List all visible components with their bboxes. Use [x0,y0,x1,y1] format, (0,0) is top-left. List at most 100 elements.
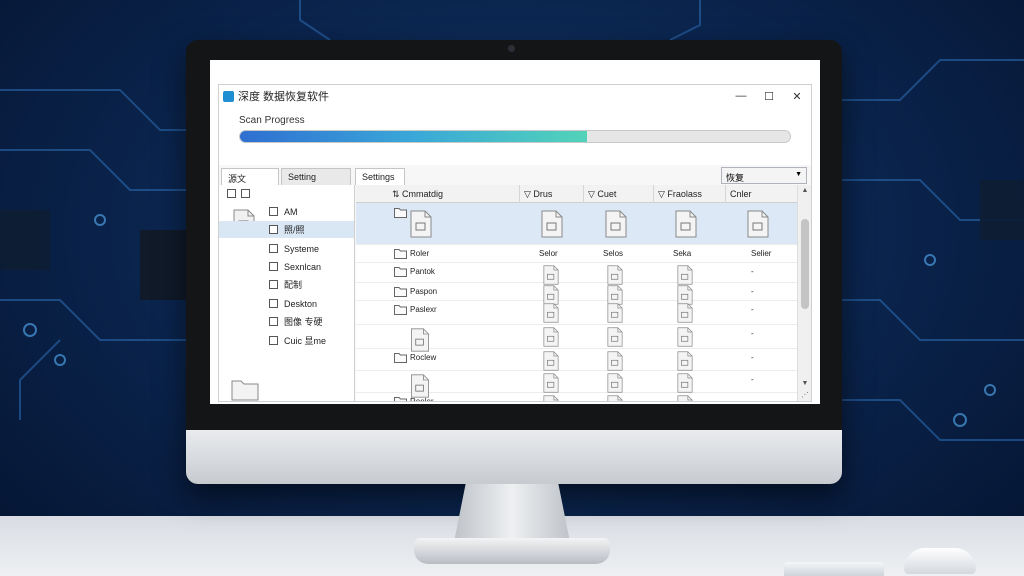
file-name: Pantok [410,267,435,276]
filter-icon: ▽ [588,189,598,199]
column-header-name[interactable]: ⇅ Cmmatdig [356,185,519,203]
cell-value: - [751,353,754,362]
file-icon [607,303,623,323]
folder-icon [394,353,407,363]
webcam-icon [508,45,515,52]
sidebar-item[interactable]: Cuic 显me [269,332,326,349]
column-header-fraolass[interactable]: ▽ Fraolass [653,185,725,203]
folder-checkbox[interactable] [269,262,278,271]
tab-setting[interactable]: Setting [281,168,351,185]
file-icon [607,395,623,401]
checkbox-select-all[interactable] [227,189,236,198]
tab-row: 源文 Setting Settings 恢复 ▼ [219,167,811,185]
monitor-stand-foot [414,538,610,564]
mouse [904,548,976,574]
file-icon [677,373,693,395]
sidebar-item[interactable]: 配制 [269,276,302,293]
row-type-icon [394,207,407,220]
folder-checkbox[interactable] [269,299,278,308]
sidebar-item[interactable]: Sexnlcan [269,258,321,275]
sidebar-item-label: 照/照 [284,225,305,235]
file-icon [605,210,627,238]
file-icon [543,351,559,371]
table-row[interactable]: Paslexr - [356,301,797,325]
file-icon [677,303,693,323]
table-row[interactable]: Roler Selor Selos Seka Selier [356,245,797,263]
file-thumbnail [747,209,769,241]
table-row[interactable]: Roclew - [356,349,797,371]
folder-icon [394,249,407,259]
file-icon [677,303,693,325]
folder-icon [394,397,407,401]
cell-value: Seka [673,249,692,258]
sidebar-item-label: Systeme [284,243,320,254]
maximize-button[interactable]: ☐ [755,85,783,107]
file-icon [607,303,623,325]
file-icon [543,303,559,325]
folder-tree: AM 照/照 Systeme Sexnlcan 配制 Deskton 图像 专硬 Cuic 显… [219,185,355,401]
row-type-icon [394,352,407,365]
file-icon [607,373,623,393]
folder-icon [394,305,407,315]
file-icon [747,210,769,238]
tab-settings[interactable]: Settings [355,168,405,185]
minimize-button[interactable]: — [727,85,755,107]
recovery-mode-dropdown[interactable]: 恢复 ▼ [721,167,807,184]
folder-checkbox[interactable] [269,244,278,253]
checkbox-toggle[interactable] [241,189,250,198]
file-icon [543,373,559,393]
scrollbar-thumb[interactable] [801,219,809,309]
file-icon [543,373,559,395]
table-row[interactable] [356,203,797,245]
file-name: Roeler [410,397,434,402]
folder-icon [394,287,407,297]
file-icon [543,395,559,401]
table-row[interactable]: Paspon - [356,283,797,305]
sidebar-item-label: Cuic 显me [284,336,327,346]
folder-checkbox[interactable] [269,317,278,326]
cell-value: - [751,305,754,314]
table-row[interactable]: - [356,371,797,398]
file-icon [543,265,559,285]
table-row[interactable]: Pantok - [356,263,797,285]
scan-progress-bar [239,130,791,143]
scroll-up-icon[interactable]: ▲ [798,187,811,194]
folder-icon [394,267,407,277]
table-row[interactable]: Roeler [356,393,797,402]
sidebar-item[interactable]: 照/照 [219,221,354,238]
table-row[interactable]: - [356,325,797,352]
column-header-drus[interactable]: ▽ Drus [519,185,583,203]
folder-checkbox[interactable] [269,207,278,216]
column-header-cuet[interactable]: ▽ Cuet [583,185,653,203]
sidebar-item[interactable]: Systeme [269,240,319,257]
vertical-scrollbar[interactable]: ▲ ▼ ⋰ [797,185,811,401]
resize-grip-icon[interactable]: ⋰ [798,391,811,399]
app-logo-icon [223,90,234,102]
tab-source[interactable]: 源文 [221,168,279,185]
folder-checkbox[interactable] [269,336,278,345]
file-icon [607,351,623,373]
cell-value: Selier [751,249,772,258]
file-icon [543,327,559,347]
row-type-icon [394,248,407,261]
file-icon [677,373,693,393]
folder-icon [231,380,259,401]
sidebar-item-label: AM [284,206,298,217]
sidebar-item-label: 配制 [284,280,303,290]
folder-checkbox[interactable] [269,225,278,234]
scroll-down-icon[interactable]: ▼ [798,380,811,387]
file-icon [607,395,623,401]
close-button[interactable]: ✕ [783,85,811,107]
row-type-icon [394,286,407,299]
sidebar-item[interactable]: Deskton [269,295,317,312]
row-type-icon [394,304,407,317]
sidebar-item[interactable]: 图像 专硬 [269,313,323,330]
file-thumbnail [410,209,432,241]
file-thumbnail [541,209,563,241]
file-name: Roclew [410,353,437,362]
folder-checkbox[interactable] [269,280,278,289]
file-icon [541,210,563,238]
title-bar[interactable]: 深度 数据恢复软件 — ☐ ✕ [219,85,811,107]
column-header-cnler[interactable]: Cnler [725,185,805,203]
sidebar-item[interactable]: AM [269,203,298,220]
